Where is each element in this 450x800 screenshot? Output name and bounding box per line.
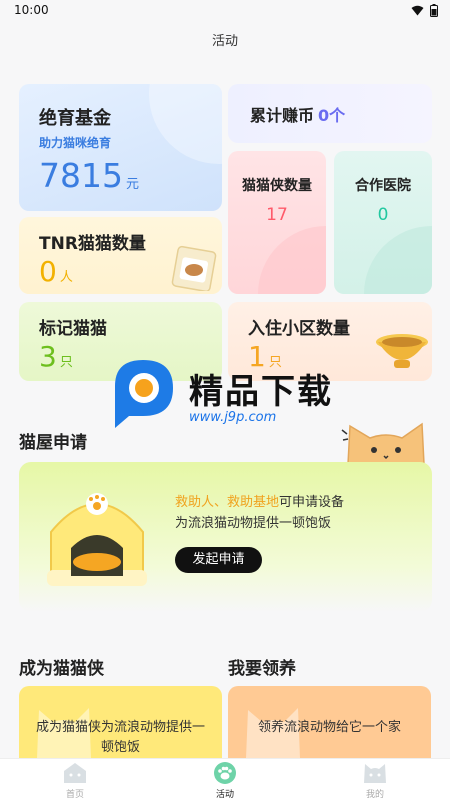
tab-activity-label: 活动 (215, 790, 234, 800)
paw-icon (214, 762, 236, 784)
bottom-tab-bar: 首页 活动 我的 (0, 758, 450, 800)
shelter-line1: 可申请设备 (279, 495, 345, 510)
cat-face-icon (364, 764, 386, 783)
tnr-value: 0 (39, 255, 57, 288)
page-title: 活动 (211, 34, 238, 49)
tab-home-label: 首页 (65, 790, 84, 800)
peeking-cat-icon (341, 422, 425, 464)
become-knight-section-title: 成为猫猫侠 (19, 659, 104, 679)
tab-mine-label: 我的 (365, 790, 384, 800)
fund-title: 绝育基金 (39, 108, 111, 129)
hospital-value: 0 (377, 205, 389, 225)
shelter-apply-card[interactable]: 救助人、救助基地可申请设备 为流浪猫动物提供一顿饱饭 发起申请 (19, 462, 432, 612)
marked-value: 3 (39, 340, 57, 373)
fund-subtitle: 助力猫咪绝育 (39, 136, 112, 150)
adopt-section-title: 我要领养 (228, 659, 296, 679)
adopt-card[interactable]: 领养流浪动物给它一个家 (228, 686, 431, 766)
shelter-description: 救助人、救助基地可申请设备 为流浪猫动物提供一顿饱饭 (175, 492, 344, 534)
cat-food-bag-icon (171, 245, 217, 291)
status-icons (411, 4, 438, 17)
become-knight-card[interactable]: 成为猫猫侠为流浪动物提供一顿饱饭 (19, 686, 222, 766)
watermark-logo-icon (115, 360, 173, 428)
status-time: 10:00 (14, 3, 49, 17)
battery-icon (430, 4, 438, 17)
apply-button[interactable]: 发起申请 (175, 547, 262, 573)
watermark-url: www.j9p.com (189, 410, 277, 425)
tab-home[interactable]: 首页 (0, 759, 150, 800)
food-bowl-icon (376, 334, 428, 368)
watermark: 精品下载 www.j9p.com (103, 356, 353, 436)
watermark-text: 精品下载 (189, 372, 333, 412)
coins-label: 累计赚币 (250, 106, 315, 125)
tnr-title: TNR猫猫数量 (39, 234, 146, 254)
fund-value: 7815 (39, 156, 123, 195)
community-title: 入住小区数量 (248, 319, 350, 339)
adopt-text: 领养流浪动物给它一个家 (257, 720, 401, 735)
coins-card[interactable]: 累计赚币 0个 (228, 84, 432, 143)
fund-card[interactable]: 绝育基金 助力猫咪绝育 7815 元 (19, 84, 222, 211)
coins-value: 0个 (318, 106, 346, 125)
marked-unit: 只 (59, 355, 73, 370)
partner-hospital-card[interactable]: 合作医院 0 (334, 151, 432, 294)
home-icon (64, 763, 86, 783)
status-bar: 10:00 (0, 0, 450, 22)
knight-count-title: 猫猫侠数量 (242, 178, 312, 194)
marked-title: 标记猫猫 (39, 319, 107, 339)
shelter-section-title: 猫屋申请 (19, 433, 87, 453)
tnr-card[interactable]: TNR猫猫数量 0 人 (19, 217, 222, 294)
hospital-title: 合作医院 (355, 178, 411, 194)
tab-activity[interactable]: 活动 (150, 759, 300, 800)
wifi-icon (411, 5, 424, 16)
become-knight-text: 成为猫猫侠为流浪动物提供一顿饱饭 (35, 720, 205, 755)
knight-count-card[interactable]: 猫猫侠数量 17 (228, 151, 326, 294)
tab-mine[interactable]: 我的 (300, 759, 450, 800)
cat-house-icon (47, 493, 147, 586)
fund-unit: 元 (125, 177, 139, 192)
shelter-highlight: 救助人、救助基地 (175, 495, 280, 510)
tnr-unit: 人 (59, 270, 73, 285)
shelter-line2: 为流浪猫动物提供一顿饱饭 (175, 516, 332, 531)
knight-count-value: 17 (266, 205, 288, 225)
